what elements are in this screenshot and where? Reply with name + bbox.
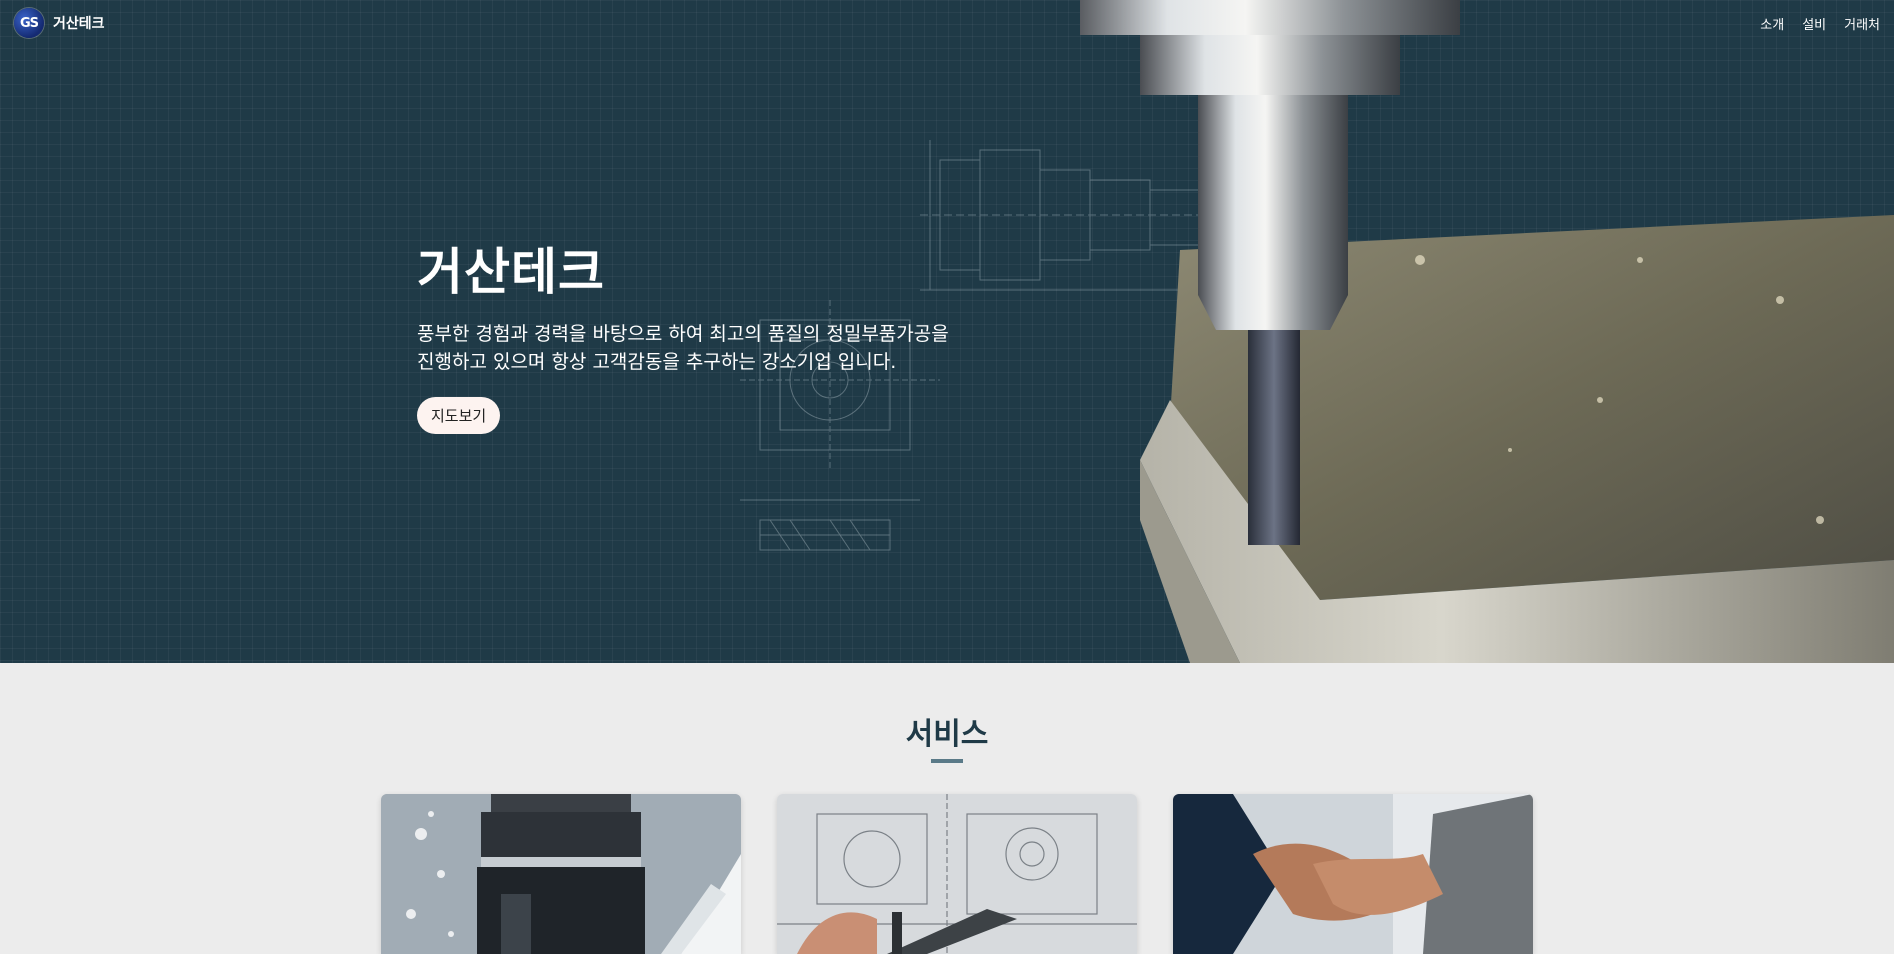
company-logo: GS xyxy=(14,8,44,38)
handshake-image xyxy=(1173,794,1533,954)
service-cards xyxy=(381,794,1533,954)
hero-content: 거산테크 풍부한 경험과 경력을 바탕으로 하여 최고의 품질의 정밀부품가공을… xyxy=(417,232,949,434)
service-card-design[interactable] xyxy=(777,794,1137,954)
hero-title: 거산테크 xyxy=(417,243,605,301)
service-card-machining[interactable] xyxy=(381,794,741,954)
cnc-machining-image xyxy=(381,794,741,954)
brand-name: 거산테크 xyxy=(53,16,105,32)
cnc-milling-photo xyxy=(1080,0,1894,663)
hero-description-line1: 풍부한 경험과 경력을 바탕으로 하여 최고의 품질의 정밀부품가공을 xyxy=(417,323,949,345)
hero-description-line2: 진행하고 있으며 항상 고객감동을 추구하는 강소기업 입니다. xyxy=(417,351,897,373)
service-card-partnership[interactable] xyxy=(1173,794,1533,954)
view-map-button[interactable]: 지도보기 xyxy=(417,397,501,434)
services-title: 서비스 xyxy=(905,717,989,752)
brand-home-link[interactable]: GS 거산테크 xyxy=(14,8,105,38)
blueprint-caliper-image xyxy=(777,794,1137,954)
nav-links: 소개 설비 거래처 xyxy=(1760,14,1880,33)
nav-link-equipment[interactable]: 설비 xyxy=(1802,14,1826,33)
nav-link-about[interactable]: 소개 xyxy=(1760,14,1784,33)
title-underline xyxy=(931,759,963,763)
hero-section: GS 거산테크 소개 설비 거래처 거산테크 풍부한 경험과 경력을 바탕으로 … xyxy=(0,0,1894,663)
services-section: 서비스 xyxy=(0,663,1894,954)
nav-link-clients[interactable]: 거래처 xyxy=(1844,14,1880,33)
top-navbar: GS 거산테크 소개 설비 거래처 xyxy=(0,0,1894,46)
hero-description: 풍부한 경험과 경력을 바탕으로 하여 최고의 품질의 정밀부품가공을 진행하고… xyxy=(417,320,949,376)
